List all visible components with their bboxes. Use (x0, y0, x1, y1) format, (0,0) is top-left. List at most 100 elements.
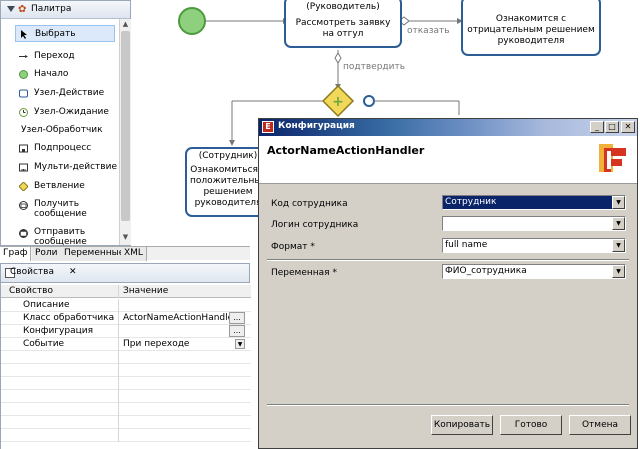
task-label: Ознакомится с отрицательным решением рук… (467, 14, 595, 46)
select-value: full name (445, 240, 488, 250)
property-value: При переходе (123, 339, 190, 349)
chevron-down-icon[interactable]: ▼ (235, 339, 245, 349)
column-header-property: Свойство (1, 285, 119, 298)
dialog-title-bar[interactable]: E Конфигурация _ □ ✕ (259, 119, 637, 136)
branch-icon (19, 182, 28, 191)
palette-item-label: Узел-Ожидание (34, 107, 109, 117)
wait-node-icon (19, 108, 28, 117)
format-select[interactable]: full name ▼ (442, 238, 626, 253)
palette-item-branch[interactable]: Ветвление (15, 178, 115, 195)
handler-class-name: ActorNameActionHandler (267, 144, 425, 157)
palette-item-label: Узел-Действие (34, 88, 105, 98)
maximize-button[interactable]: □ (605, 121, 619, 133)
property-name: Событие (1, 338, 119, 351)
configure-button[interactable]: ... (229, 325, 245, 337)
table-row (1, 390, 251, 403)
palette-item-multi-action[interactable]: Мульти-действие (15, 159, 117, 176)
palette-item-label: Ветвление (34, 181, 85, 191)
arrow-icon (19, 55, 28, 58)
property-value-cell: ... (121, 325, 249, 338)
copy-button[interactable]: Копировать (431, 415, 493, 435)
properties-title: Свойства (10, 267, 54, 277)
edge-label-confirm: подтвердить (343, 62, 406, 72)
palette-item-send-message[interactable]: Отправить сообщение (15, 225, 115, 247)
collapse-icon[interactable] (7, 6, 15, 12)
handler-icon (363, 95, 375, 107)
select-value: ФИО_сотрудника (445, 266, 527, 276)
palette-item-transition[interactable]: Переход (15, 48, 115, 65)
palette-icon: ✿ (18, 4, 27, 15)
configuration-dialog: E Конфигурация _ □ ✕ ActorNameActionHand… (258, 118, 638, 449)
palette-item-label: Переход (34, 51, 75, 61)
chevron-down-icon[interactable]: ▼ (612, 217, 625, 230)
browse-button[interactable]: ... (229, 312, 245, 324)
table-row[interactable]: Класс обработчика ActorNameActionHandler… (1, 312, 251, 325)
task-role: (Сотрудник) (198, 151, 258, 161)
property-value-cell: При переходе ▼ (121, 338, 249, 351)
dialog-title: Конфигурация (278, 121, 355, 131)
property-value: ActorNameActionHandler (123, 313, 237, 323)
field-label: Формат * (271, 242, 315, 252)
properties-table: Свойство Значение Описание Класс обработ… (0, 283, 251, 449)
close-button[interactable]: ✕ (621, 121, 635, 133)
palette-item-wait-node[interactable]: Узел-Ожидание (15, 104, 115, 121)
scroll-up-icon[interactable]: ▲ (121, 20, 130, 29)
subprocess-icon (19, 144, 28, 153)
palette-item-label: Отправить сообщение (34, 227, 87, 247)
table-row (1, 351, 251, 364)
task-node-negative[interactable]: Ознакомится с отрицательным решением рук… (461, 0, 601, 56)
properties-header: Свойства ✕ (0, 263, 250, 283)
field-label: Логин сотрудника (271, 220, 359, 230)
palette-item-start[interactable]: Начало (15, 66, 115, 83)
palette-panel: ✿ Палитра Выбрать Переход Начало Узел-Де… (0, 0, 131, 247)
palette-item-label: Выбрать (35, 29, 76, 39)
tab-roles[interactable]: Роли (32, 247, 62, 261)
multi-action-icon (19, 163, 28, 172)
task-node-review[interactable]: (Руководитель) Рассмотреть заявку на отг… (284, 0, 402, 48)
palette-scrollbar[interactable]: ▲ ▼ (119, 19, 131, 245)
task-role: (Руководитель) (306, 2, 380, 12)
palette-item-label: Подпроцесс (34, 143, 92, 153)
property-value (121, 299, 249, 312)
palette-item-action-node[interactable]: Узел-Действие (15, 85, 115, 102)
table-row (1, 429, 251, 442)
close-icon[interactable]: ✕ (69, 267, 77, 277)
cursor-icon (21, 30, 27, 39)
tab-graph[interactable]: Граф (0, 247, 32, 261)
palette-item-label: Получить сообщение (34, 199, 87, 219)
properties-header-row: Свойство Значение (1, 285, 251, 298)
employee-login-select[interactable]: ▼ (442, 216, 626, 231)
tab-variables[interactable]: Переменные (61, 247, 129, 261)
palette-item-subprocess[interactable]: Подпроцесс (15, 140, 115, 157)
chevron-down-icon[interactable]: ▼ (612, 239, 625, 252)
field-label: Переменная * (271, 268, 337, 278)
tab-xml[interactable]: XML (121, 247, 147, 261)
table-row (1, 403, 251, 416)
divider (267, 259, 629, 261)
ok-button[interactable]: Готово (500, 415, 562, 435)
table-row[interactable]: Описание (1, 299, 251, 312)
palette-header[interactable]: ✿ Палитра (1, 1, 130, 19)
task-label: Рассмотреть заявку на отгул (295, 18, 391, 39)
property-name: Класс обработчика (1, 312, 119, 325)
scroll-down-icon[interactable]: ▼ (121, 233, 130, 242)
employee-code-select[interactable]: Сотрудник ▼ (442, 195, 626, 210)
palette-item-receive-message[interactable]: Получить сообщение (15, 197, 115, 221)
variable-select[interactable]: ФИО_сотрудника ▼ (442, 264, 626, 279)
table-row[interactable]: Конфигурация ... (1, 325, 251, 338)
palette-item-handler-node[interactable]: Узел-Обработчик (7, 122, 107, 139)
handler-logo-icon (598, 142, 630, 174)
minimize-button[interactable]: _ (590, 121, 604, 133)
task-label: Ознакомиться с положительным решением ру… (190, 165, 269, 208)
table-row (1, 364, 251, 377)
chevron-down-icon[interactable]: ▼ (612, 196, 625, 209)
palette-item-select[interactable]: Выбрать (15, 25, 115, 42)
divider (267, 404, 629, 406)
chevron-down-icon[interactable]: ▼ (612, 265, 625, 278)
table-row[interactable]: Событие При переходе ▼ (1, 338, 251, 351)
table-row (1, 377, 251, 390)
cancel-button[interactable]: Отмена (569, 415, 631, 435)
scroll-thumb[interactable] (121, 31, 130, 221)
app-icon: E (262, 121, 274, 133)
select-value: Сотрудник (445, 197, 497, 207)
